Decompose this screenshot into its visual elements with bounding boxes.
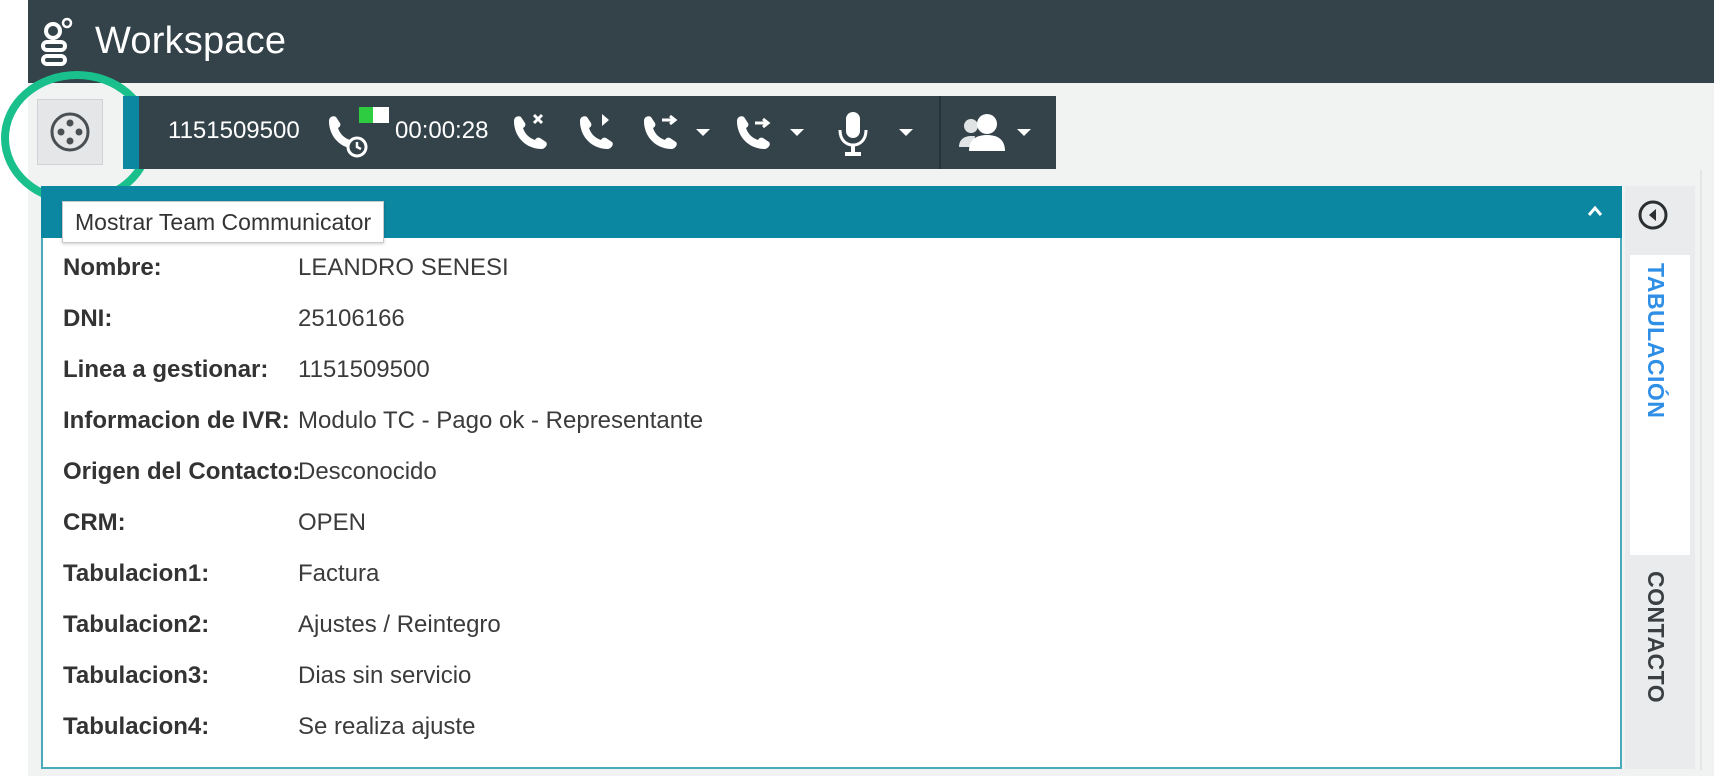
agent-status-button[interactable] <box>957 107 1009 159</box>
tab-tabulacion[interactable]: TABULACIÓN <box>1642 263 1669 418</box>
contact-row-ivr: Informacion de IVR: Modulo TC - Pago ok … <box>63 407 1463 447</box>
row-label: CRM: <box>63 509 126 536</box>
row-label: Tabulacion4: <box>63 713 210 740</box>
transfer-dropdown-caret[interactable] <box>696 129 710 136</box>
tooltip: Mostrar Team Communicator <box>62 201 385 243</box>
row-value: Dias sin servicio <box>298 662 472 689</box>
row-label: Informacion de IVR: <box>63 407 290 434</box>
call-status-indicator <box>323 107 393 159</box>
call-timer: 00:00:28 <box>395 117 489 144</box>
contact-row-origen: Origen del Contacto: Desconocido <box>63 458 1463 498</box>
collapse-icon[interactable] <box>1585 202 1605 220</box>
row-value: LEANDRO SENESI <box>298 254 509 281</box>
conference-call-button[interactable] <box>733 107 775 159</box>
app-title: Workspace <box>95 20 287 62</box>
contact-row-linea: Linea a gestionar: 1151509500 <box>63 356 1463 396</box>
end-call-icon <box>514 113 547 149</box>
contact-row-tabulacion1: Tabulacion1: Factura <box>63 560 1463 600</box>
contact-row-tabulacion4: Tabulacion4: Se realiza ajuste <box>63 713 1463 753</box>
row-label: Tabulacion2: <box>63 611 210 638</box>
row-label: Tabulacion3: <box>63 662 210 689</box>
hold-call-icon <box>580 114 613 149</box>
call-phone-number: 1151509500 <box>168 117 300 144</box>
row-value: 1151509500 <box>298 356 430 383</box>
conference-dropdown-caret[interactable] <box>790 129 804 136</box>
row-value: Factura <box>298 560 380 587</box>
conference-call-icon <box>737 116 771 149</box>
agent-status-icon <box>959 114 1005 151</box>
row-value: Desconocido <box>298 458 437 485</box>
row-label: Linea a gestionar: <box>63 356 269 383</box>
row-value: Ajustes / Reintegro <box>298 611 501 638</box>
agent-status-dropdown-caret[interactable] <box>1017 129 1031 136</box>
contact-row-dni: DNI: 25106166 <box>63 305 1463 345</box>
right-edge-divider <box>1700 170 1702 770</box>
transfer-call-icon <box>644 114 678 149</box>
microphone-icon <box>838 112 868 156</box>
row-value: Se realiza ajuste <box>298 713 476 740</box>
end-call-button[interactable] <box>510 107 550 159</box>
team-communicator-icon <box>50 112 90 152</box>
genesys-logo-icon <box>41 17 73 66</box>
hold-call-button[interactable] <box>576 107 616 159</box>
row-label: Nombre: <box>63 254 162 281</box>
row-label: Origen del Contacto: <box>63 458 301 485</box>
team-communicator-button[interactable] <box>37 99 103 165</box>
call-tab-accent <box>123 96 139 169</box>
transfer-call-button[interactable] <box>640 107 682 159</box>
contact-row-nombre: Nombre: LEANDRO SENESI <box>63 254 1463 294</box>
call-status-icon <box>329 107 389 158</box>
row-label: DNI: <box>63 305 113 332</box>
tab-contacto[interactable]: CONTACTO <box>1642 571 1669 703</box>
contact-row-tabulacion2: Tabulacion2: Ajustes / Reintegro <box>63 611 1463 651</box>
row-value: 25106166 <box>298 305 405 332</box>
row-label: Tabulacion1: <box>63 560 210 587</box>
microphone-button[interactable] <box>833 107 873 159</box>
row-value: OPEN <box>298 509 367 536</box>
row-value: Modulo TC - Pago ok - Representante <box>298 407 704 434</box>
contact-row-tabulacion3: Tabulacion3: Dias sin servicio <box>63 662 1463 702</box>
contact-row-crm: CRM: OPEN <box>63 509 1463 549</box>
side-panel-toggle-icon[interactable] <box>1636 198 1670 232</box>
microphone-dropdown-caret[interactable] <box>899 129 913 136</box>
toolbar-divider <box>939 96 941 169</box>
